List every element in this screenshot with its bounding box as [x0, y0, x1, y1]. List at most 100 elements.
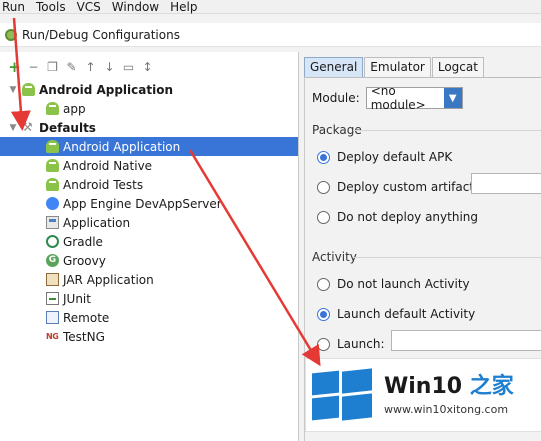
tree-item-android-native[interactable]: Android Native: [0, 156, 298, 175]
gradle-icon: [46, 235, 59, 248]
watermark-title-accent: 之家: [469, 374, 514, 399]
radio-label: Deploy default APK: [337, 150, 453, 164]
package-divider: [353, 130, 541, 131]
move-down-icon[interactable]: ↓: [103, 61, 116, 74]
radio-do-not-deploy[interactable]: Do not deploy anything: [317, 210, 478, 224]
radio-label: Deploy custom artifact:: [337, 180, 479, 194]
android-icon: [46, 140, 59, 153]
activity-divider: [353, 257, 541, 258]
menu-vcs[interactable]: VCS: [73, 0, 108, 14]
tree-item-testng[interactable]: NG TestNG: [0, 327, 298, 346]
dialog-title: Run/Debug Configurations: [22, 27, 180, 42]
run-config-icon: [5, 28, 17, 41]
activity-section-label: Activity: [312, 250, 357, 264]
radio-do-not-launch[interactable]: Do not launch Activity: [317, 277, 470, 291]
remote-icon: [46, 311, 59, 324]
tree-item-label: Android Native: [63, 158, 153, 173]
module-select-value: <no module>: [370, 84, 426, 112]
radio-label: Launch default Activity: [337, 307, 476, 321]
tree-item-label: Android Tests: [63, 177, 144, 192]
watermark-url: www.win10xitong.com: [384, 403, 509, 416]
menu-window[interactable]: Window: [108, 0, 166, 14]
tree-item-label: Application: [63, 215, 131, 230]
tree-item-label: Remote: [63, 310, 110, 325]
tab-emulator[interactable]: Emulator: [364, 57, 431, 77]
radio-launch-default-activity[interactable]: Launch default Activity: [317, 307, 475, 321]
tree-item-label: App Engine DevAppServer: [63, 196, 222, 211]
tree-item-android-tests[interactable]: Android Tests: [0, 175, 298, 194]
menu-tools[interactable]: Tools: [32, 0, 73, 14]
tree-item-label: JAR Application: [63, 272, 154, 287]
radio-label: Do not launch Activity: [337, 277, 470, 291]
configurations-panel: + − ❐ ✎ ↑ ↓ ▭ ↕ ▼ Android Application ap…: [0, 52, 299, 441]
tree-item-jar-application[interactable]: JAR Application: [0, 270, 298, 289]
menu-help[interactable]: Help: [166, 0, 204, 14]
radio-button[interactable]: [317, 210, 330, 224]
watermark-text: Win10 之家 www.win10xitong.com: [384, 374, 514, 416]
radio-button-checked[interactable]: [317, 150, 330, 164]
tree-toolbar: + − ❐ ✎ ↑ ↓ ▭ ↕: [8, 58, 154, 76]
tab-bar: General Emulator Logcat: [304, 57, 485, 77]
windows-logo-icon: [312, 368, 372, 421]
tree-item-remote[interactable]: Remote: [0, 308, 298, 327]
tree-item-junit[interactable]: JUnit: [0, 289, 298, 308]
tree-item-gradle[interactable]: Gradle: [0, 232, 298, 251]
menu-run[interactable]: Run: [0, 0, 32, 14]
junit-icon: [46, 292, 59, 305]
tab-logcat[interactable]: Logcat: [431, 57, 484, 77]
add-icon[interactable]: +: [8, 59, 21, 74]
radio-button-checked[interactable]: [317, 307, 330, 321]
android-icon: [22, 83, 35, 96]
tree-group-label: Android Application: [39, 82, 174, 97]
tree-item-label: TestNG: [63, 329, 105, 344]
tree-item-label: app: [63, 101, 86, 116]
radio-deploy-custom-artifact[interactable]: Deploy custom artifact:: [317, 180, 478, 194]
module-label: Module:: [312, 91, 360, 105]
dialog-title-bar: Run/Debug Configurations: [0, 23, 541, 47]
module-select[interactable]: <no module> ▼: [365, 84, 463, 112]
tree-item-label: Groovy: [63, 253, 106, 268]
app-engine-icon: [46, 197, 59, 210]
remove-icon[interactable]: −: [27, 61, 40, 74]
radio-label: Do not deploy anything: [337, 210, 478, 224]
tree-item-app-engine[interactable]: App Engine DevAppServer: [0, 194, 298, 213]
chevron-down-icon[interactable]: ▼: [8, 123, 18, 133]
tree-group-defaults[interactable]: ▼ ⚒ Defaults: [0, 118, 298, 137]
tree-group-android-application[interactable]: ▼ Android Application: [0, 80, 298, 99]
chevron-down-icon[interactable]: ▼: [443, 88, 462, 108]
tree-item-application[interactable]: Application: [0, 213, 298, 232]
tree-item-label: JUnit: [63, 291, 91, 306]
groovy-icon: G: [46, 254, 59, 267]
watermark-banner: Win10 之家 www.win10xitong.com: [305, 358, 541, 432]
copy-icon[interactable]: ❐: [46, 61, 59, 74]
tree-group-label: Defaults: [39, 120, 96, 135]
android-icon: [46, 159, 59, 172]
custom-artifact-select[interactable]: [471, 173, 541, 194]
radio-button[interactable]: [317, 337, 330, 351]
radio-label: Launch:: [337, 337, 385, 351]
application-icon: [46, 216, 59, 229]
launch-activity-input[interactable]: [391, 330, 541, 351]
watermark-title: Win10 之家: [384, 374, 514, 400]
configurations-tree: ▼ Android Application app ▼ ⚒ Defaults A…: [0, 80, 298, 346]
sort-icon[interactable]: ↕: [141, 61, 154, 74]
menu-bar: Run Tools VCS Window Help: [0, 0, 541, 14]
android-icon: [46, 178, 59, 191]
radio-deploy-default-apk[interactable]: Deploy default APK: [317, 150, 452, 164]
radio-launch[interactable]: Launch:: [317, 337, 385, 351]
tree-item-app[interactable]: app: [0, 99, 298, 118]
tree-item-android-application[interactable]: Android Application: [0, 137, 298, 156]
edit-defaults-icon[interactable]: ✎: [65, 61, 78, 74]
move-up-icon[interactable]: ↑: [84, 61, 97, 74]
module-row: Module: <no module> ▼: [312, 84, 463, 112]
jar-icon: [46, 273, 59, 286]
android-icon: [46, 102, 59, 115]
tab-general[interactable]: General: [304, 57, 364, 77]
folder-icon[interactable]: ▭: [122, 61, 135, 74]
chevron-down-icon[interactable]: ▼: [8, 85, 18, 95]
tree-item-groovy[interactable]: G Groovy: [0, 251, 298, 270]
testng-icon: NG: [46, 332, 59, 341]
radio-button[interactable]: [317, 180, 330, 194]
radio-button[interactable]: [317, 277, 330, 291]
tree-item-label: Android Application: [63, 139, 181, 154]
